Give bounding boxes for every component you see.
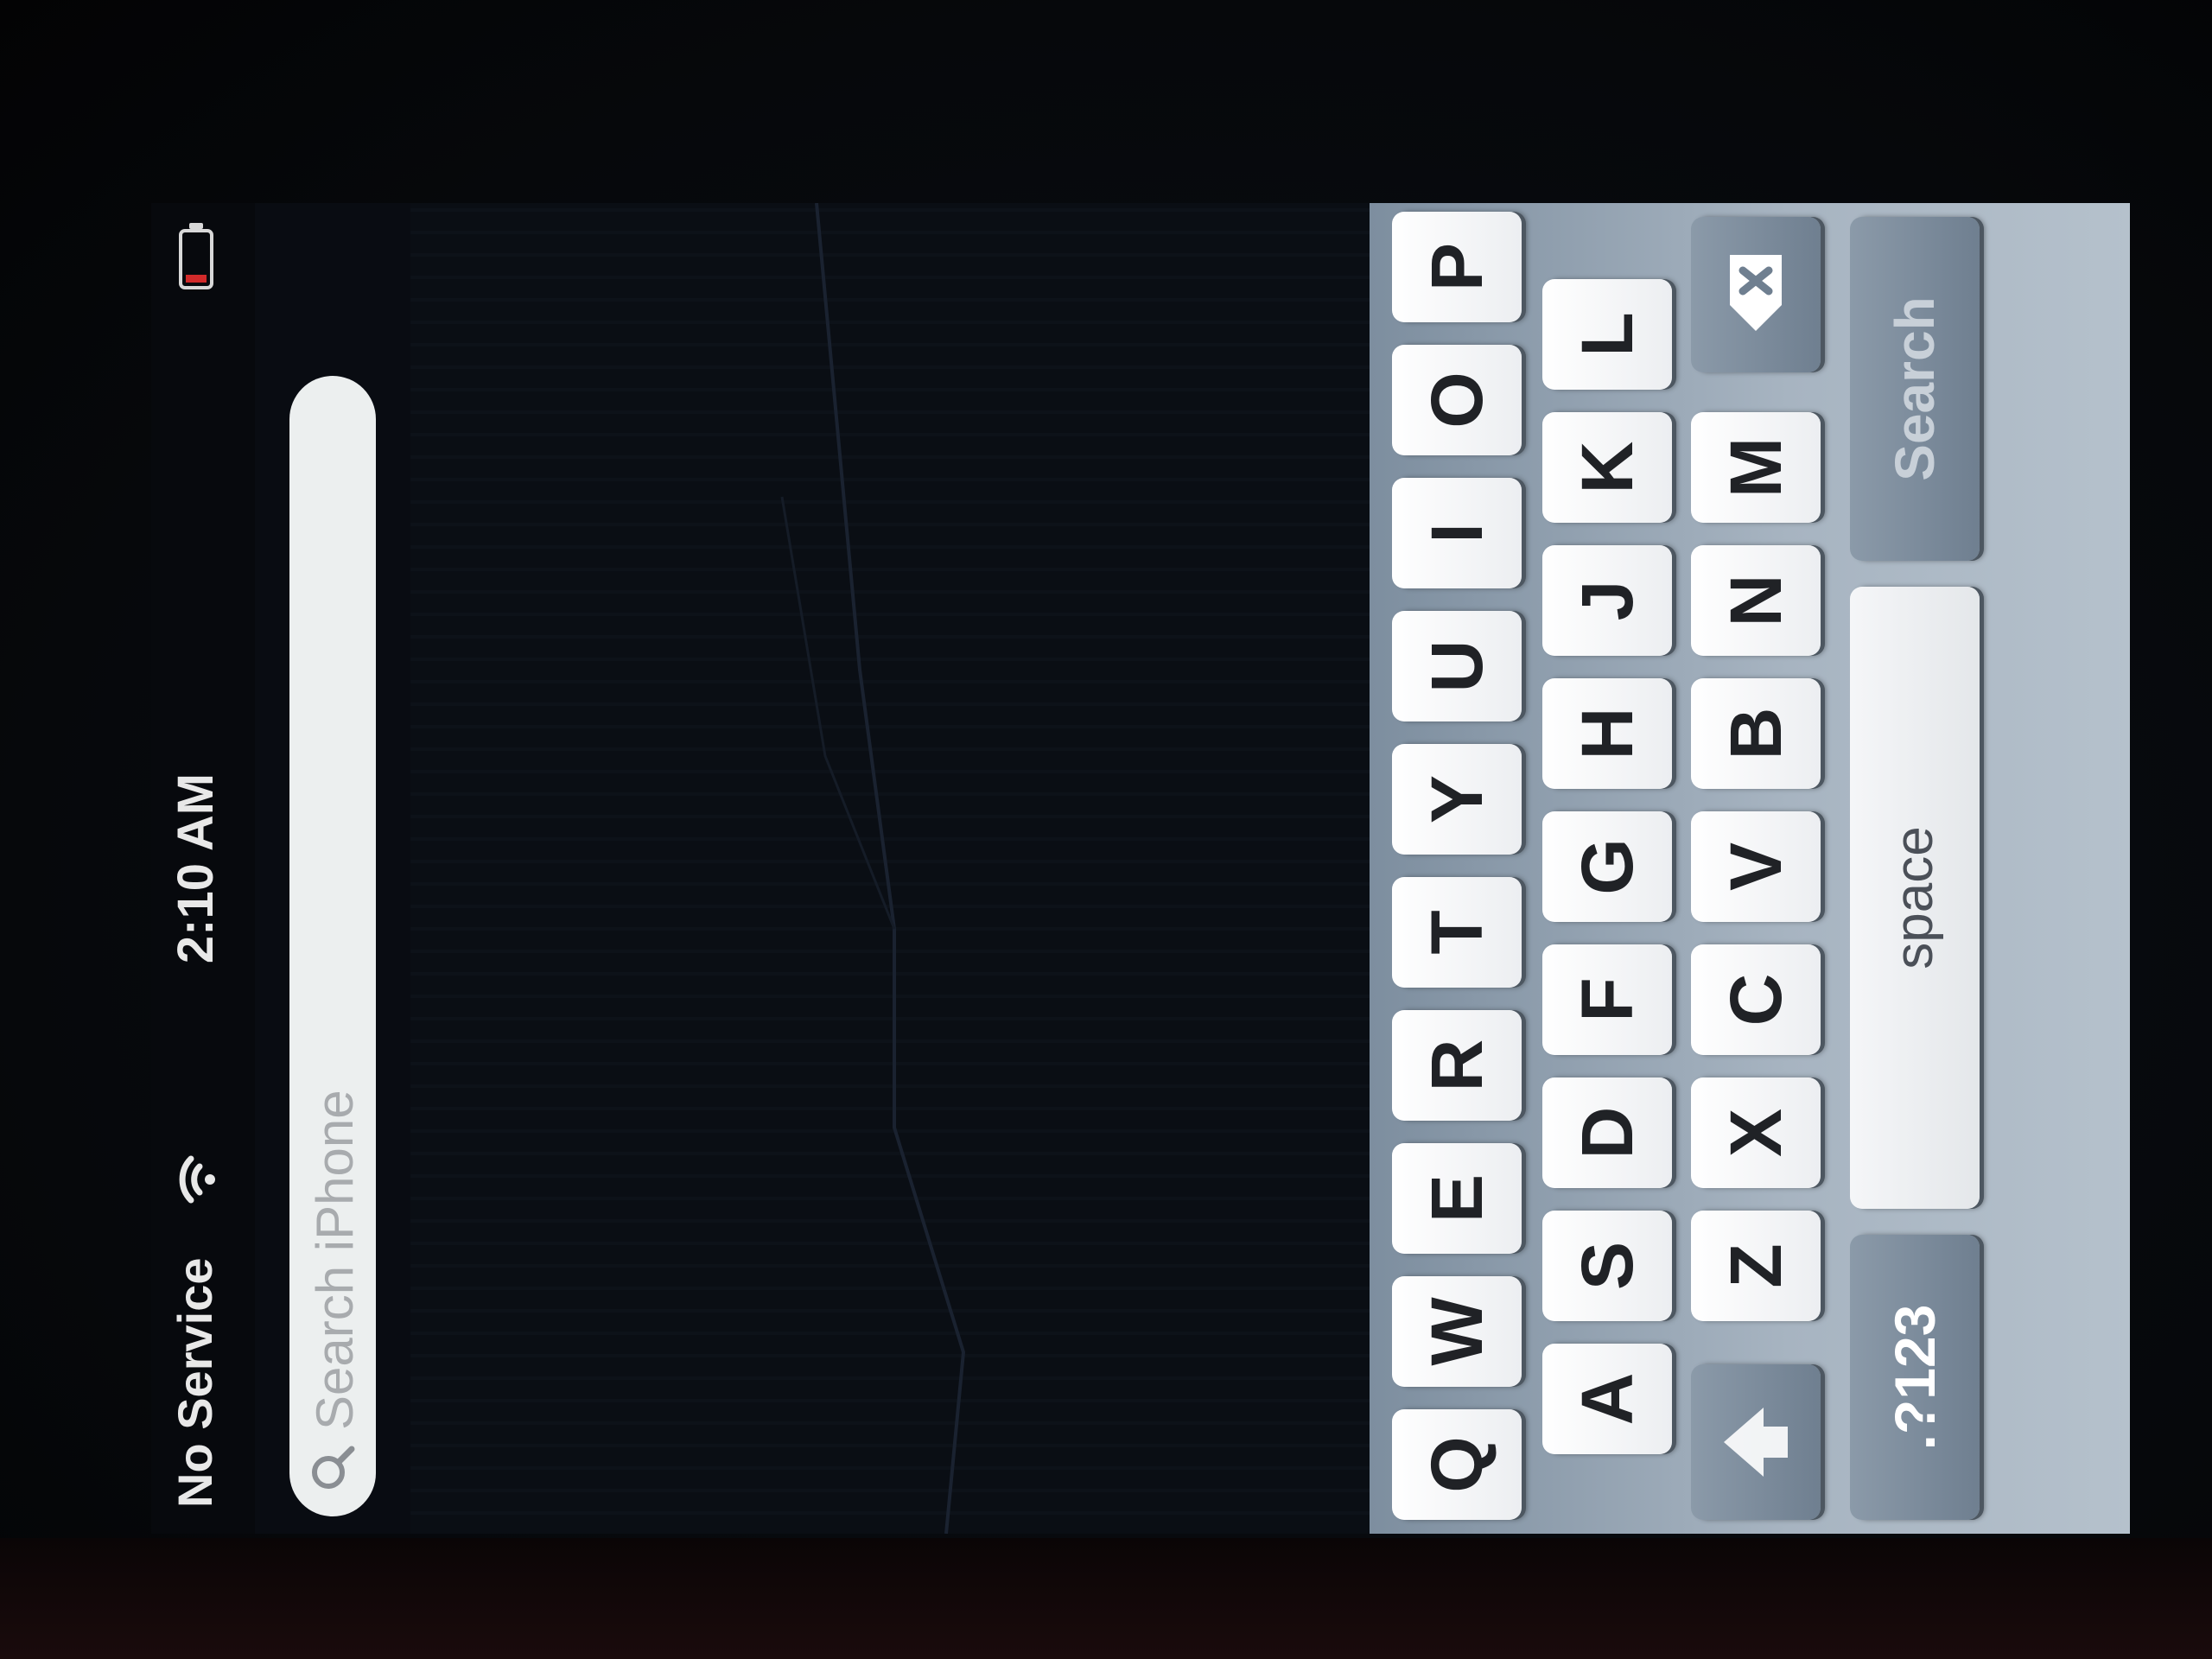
key-w[interactable]: W: [1392, 1276, 1522, 1387]
key-b[interactable]: B: [1691, 678, 1821, 789]
battery-low-icon: [179, 223, 213, 289]
search-bar: Search iPhone: [255, 203, 410, 1534]
key-p-label: P: [1416, 242, 1497, 292]
key-h[interactable]: H: [1542, 678, 1672, 789]
key-o[interactable]: O: [1392, 345, 1522, 455]
key-z[interactable]: Z: [1691, 1211, 1821, 1321]
key-e[interactable]: E: [1392, 1143, 1522, 1254]
key-f-label: F: [1567, 977, 1648, 1022]
key-c-label: C: [1715, 973, 1796, 1027]
key-r-label: R: [1416, 1039, 1497, 1092]
key-t-label: T: [1416, 910, 1497, 955]
status-bar: No Service 2:10 AM: [151, 203, 255, 1534]
spotlight-search-screen: No Service 2:10 AM Search iPhone Q W E R…: [151, 203, 2130, 1534]
key-m[interactable]: M: [1691, 412, 1821, 523]
key-s-label: S: [1567, 1241, 1648, 1291]
search-key[interactable]: Search: [1850, 217, 1980, 561]
search-input[interactable]: Search iPhone: [289, 376, 376, 1516]
key-y-label: Y: [1416, 774, 1497, 824]
key-n[interactable]: N: [1691, 545, 1821, 656]
key-g-label: G: [1567, 838, 1648, 895]
key-j[interactable]: J: [1542, 545, 1672, 656]
key-u[interactable]: U: [1392, 611, 1522, 721]
key-v-label: V: [1715, 842, 1796, 892]
key-h-label: H: [1567, 707, 1648, 760]
numbers-key-label: .?123: [1883, 1304, 1947, 1451]
onscreen-keyboard: Q W E R T Y U I O P A S D F G H J K L Z X C V B N M .?123 space Sear…: [1370, 203, 2130, 1534]
key-a-label: A: [1567, 1372, 1648, 1426]
search-placeholder: Search iPhone: [306, 1090, 364, 1430]
search-icon: [312, 1446, 355, 1489]
delete-key[interactable]: [1691, 217, 1821, 372]
key-p[interactable]: P: [1392, 212, 1522, 322]
key-d[interactable]: D: [1542, 1077, 1672, 1188]
key-w-label: W: [1416, 1297, 1497, 1366]
key-q-label: Q: [1416, 1436, 1497, 1493]
status-time: 2:10 AM: [168, 772, 224, 964]
key-e-label: E: [1416, 1173, 1497, 1224]
key-v[interactable]: V: [1691, 811, 1821, 922]
key-l-label: L: [1567, 312, 1648, 357]
photo-frame: No Service 2:10 AM Search iPhone Q W E R…: [0, 0, 2212, 1659]
key-k[interactable]: K: [1542, 412, 1672, 523]
key-z-label: Z: [1715, 1243, 1796, 1288]
numbers-key[interactable]: .?123: [1850, 1235, 1980, 1520]
key-b-label: B: [1715, 707, 1796, 760]
key-l[interactable]: L: [1542, 279, 1672, 390]
key-i-label: I: [1416, 523, 1497, 543]
key-m-label: M: [1715, 437, 1796, 498]
key-n-label: N: [1715, 574, 1796, 627]
space-key[interactable]: space: [1850, 587, 1980, 1209]
key-t[interactable]: T: [1392, 877, 1522, 988]
key-y[interactable]: Y: [1392, 744, 1522, 855]
phone-screen: No Service 2:10 AM Search iPhone Q W E R…: [151, 203, 2130, 1534]
key-j-label: J: [1567, 580, 1648, 621]
key-q[interactable]: Q: [1392, 1409, 1522, 1520]
delete-backspace-icon: [1730, 255, 1782, 331]
key-k-label: K: [1567, 441, 1648, 494]
key-g[interactable]: G: [1542, 811, 1672, 922]
key-r[interactable]: R: [1392, 1010, 1522, 1121]
space-key-label: space: [1885, 826, 1944, 969]
shift-key[interactable]: [1691, 1364, 1821, 1520]
search-key-label: Search: [1884, 296, 1946, 481]
key-x[interactable]: X: [1691, 1077, 1821, 1188]
key-f[interactable]: F: [1542, 944, 1672, 1055]
desk-edge: [0, 1538, 2212, 1659]
key-c[interactable]: C: [1691, 944, 1821, 1055]
shift-arrow-icon: [1724, 1408, 1788, 1477]
key-x-label: X: [1715, 1108, 1796, 1158]
key-u-label: U: [1416, 639, 1497, 693]
key-d-label: D: [1567, 1106, 1648, 1160]
key-i[interactable]: I: [1392, 478, 1522, 588]
key-a[interactable]: A: [1542, 1344, 1672, 1454]
screen-crack: [780, 203, 966, 1534]
results-area: [410, 203, 1378, 1534]
key-o-label: O: [1416, 372, 1497, 429]
key-s[interactable]: S: [1542, 1211, 1672, 1321]
